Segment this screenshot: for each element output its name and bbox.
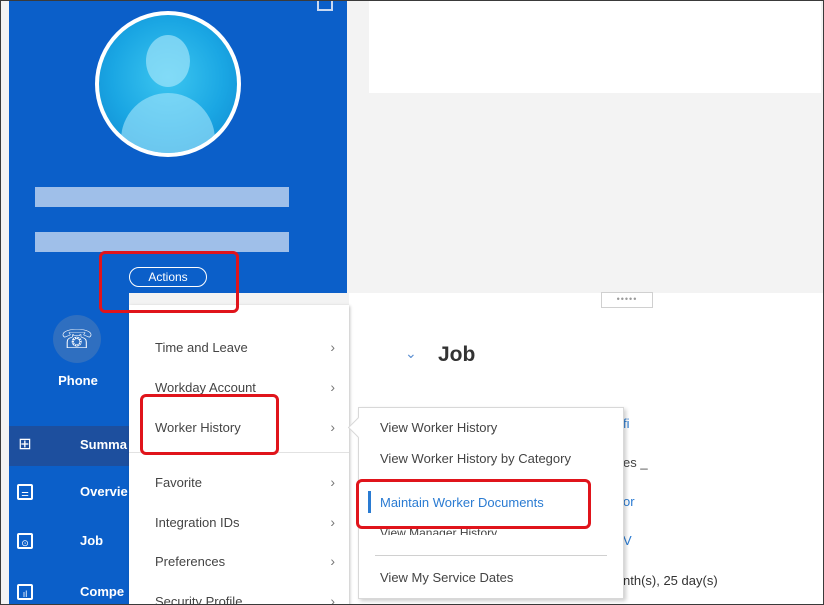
menu-item-integration-ids[interactable]: Integration IDs › bbox=[129, 504, 349, 542]
selected-indicator bbox=[368, 491, 371, 513]
nav-item-label: Compe bbox=[80, 584, 125, 599]
partial-text: or bbox=[623, 494, 635, 509]
menu-item-label: Security Profile bbox=[155, 594, 243, 605]
menu-item-label: Favorite bbox=[155, 475, 202, 490]
panel-edit-icon[interactable] bbox=[317, 1, 333, 11]
worker-history-submenu: View Worker History View Worker History … bbox=[347, 407, 624, 599]
app-window: Actions ☏ Phone ⊞ Summa = Overvie ⊙ Job … bbox=[0, 0, 824, 605]
briefcase-icon: ⊙ bbox=[17, 533, 33, 549]
section-title: Job bbox=[438, 343, 476, 366]
nav-item-label: Job bbox=[80, 533, 104, 548]
avatar-head-shape bbox=[146, 35, 190, 87]
chevron-right-icon: › bbox=[330, 339, 335, 355]
submenu-divider bbox=[375, 555, 607, 556]
chevron-right-icon: › bbox=[330, 593, 335, 605]
avatar-body-shape bbox=[121, 93, 215, 153]
bar-chart-icon: ıl bbox=[17, 584, 33, 600]
partial-text: V bbox=[623, 533, 632, 548]
profile-panel: Actions bbox=[9, 1, 347, 293]
menu-item-label: Integration IDs bbox=[155, 515, 240, 530]
submenu-item-maintain-worker-documents[interactable]: Maintain Worker Documents bbox=[380, 495, 544, 510]
chevron-right-icon: › bbox=[330, 514, 335, 530]
menu-divider bbox=[129, 452, 349, 453]
phone-label: Phone bbox=[58, 373, 98, 388]
avatar bbox=[95, 11, 241, 157]
chevron-right-icon: › bbox=[330, 474, 335, 490]
top-content-card bbox=[369, 1, 821, 93]
submenu-item-view-worker-history-by-category[interactable]: View Worker History by Category bbox=[380, 451, 571, 466]
menu-item-favorite[interactable]: Favorite › bbox=[129, 464, 349, 502]
menu-item-worker-history[interactable]: Worker History › bbox=[129, 409, 349, 447]
partial-text: es _ bbox=[623, 455, 648, 470]
nav-item-compensation[interactable]: ıl Compe bbox=[9, 573, 129, 604]
chevron-right-icon: › bbox=[330, 419, 335, 435]
resize-handle[interactable]: ••••• bbox=[601, 292, 653, 308]
nav-item-label: Summa bbox=[80, 437, 127, 452]
menu-item-label: Preferences bbox=[155, 554, 226, 569]
summary-grid-icon: ⊞ bbox=[18, 436, 32, 453]
nav-item-summary[interactable]: ⊞ Summa bbox=[9, 426, 129, 466]
submenu-item-view-manager-history[interactable]: View Manager History bbox=[380, 526, 497, 535]
menu-item-workday-account[interactable]: Workday Account › bbox=[129, 369, 349, 407]
nav-item-overview[interactable]: = Overvie bbox=[9, 473, 129, 513]
menu-item-label: Worker History bbox=[155, 420, 241, 435]
menu-item-time-and-leave[interactable]: Time and Leave › bbox=[129, 329, 349, 367]
chevron-right-icon: › bbox=[330, 553, 335, 569]
actions-button[interactable]: Actions bbox=[129, 267, 207, 287]
submenu-item-view-worker-history[interactable]: View Worker History bbox=[380, 420, 497, 435]
partial-text: nth(s), 25 day(s) bbox=[623, 573, 718, 588]
avatar-image bbox=[99, 15, 237, 153]
redacted-worker-title bbox=[35, 232, 289, 252]
nav-item-label: Overvie bbox=[80, 484, 128, 499]
left-nav: ☏ Phone ⊞ Summa = Overvie ⊙ Job ıl Compe bbox=[9, 293, 129, 604]
phone-icon[interactable]: ☏ bbox=[53, 315, 101, 363]
submenu-item-view-my-service-dates[interactable]: View My Service Dates bbox=[380, 570, 513, 585]
redacted-worker-name bbox=[35, 187, 289, 207]
menu-item-security-profile[interactable]: Security Profile › bbox=[129, 583, 349, 605]
overview-doc-icon: = bbox=[17, 484, 33, 501]
menu-item-label: Workday Account bbox=[155, 380, 256, 395]
nav-item-job[interactable]: ⊙ Job bbox=[9, 522, 129, 562]
menu-item-label: Time and Leave bbox=[155, 340, 248, 355]
actions-menu: Time and Leave › Workday Account › Worke… bbox=[129, 305, 349, 605]
chevron-right-icon: › bbox=[330, 379, 335, 395]
menu-item-preferences[interactable]: Preferences › bbox=[129, 543, 349, 581]
chevron-down-icon[interactable]: ⌄ bbox=[405, 345, 417, 362]
